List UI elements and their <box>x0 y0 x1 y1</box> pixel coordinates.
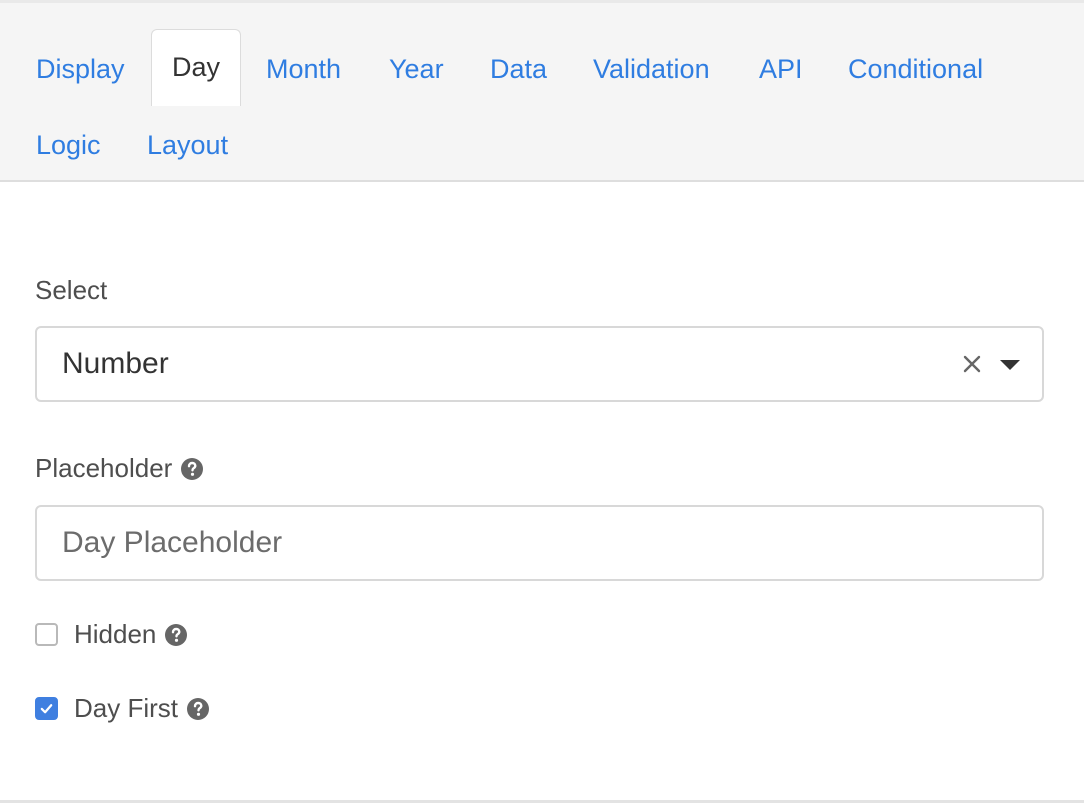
placeholder-label: Placeholder <box>35 453 204 484</box>
tab-year[interactable]: Year <box>389 45 444 93</box>
day-first-checkbox-row[interactable]: Day First <box>35 693 210 724</box>
select-label: Select <box>35 275 107 306</box>
placeholder-label-text: Placeholder <box>35 453 173 483</box>
tab-day[interactable]: Day <box>151 29 242 106</box>
hidden-label: Hidden <box>74 619 157 649</box>
close-icon[interactable] <box>960 352 984 376</box>
tab-display[interactable]: Display <box>36 45 125 93</box>
day-first-label: Day First <box>74 693 178 723</box>
tab-layout[interactable]: Layout <box>147 121 228 169</box>
tab-data[interactable]: Data <box>490 45 547 93</box>
question-circle-icon[interactable] <box>180 457 204 481</box>
checkmark-icon <box>40 704 53 714</box>
placeholder-input[interactable] <box>35 505 1044 581</box>
component-settings-panel: Display Day Month Year Data Validation A… <box>0 0 1084 803</box>
tab-bar: Display Day Month Year Data Validation A… <box>0 3 1084 182</box>
tab-month[interactable]: Month <box>266 45 341 93</box>
hidden-checkbox-row[interactable]: Hidden <box>35 619 188 650</box>
select-label-text: Select <box>35 275 108 305</box>
tab-api[interactable]: API <box>759 45 803 93</box>
select-value: Number <box>62 347 169 380</box>
hidden-checkbox[interactable] <box>35 623 58 646</box>
question-circle-icon[interactable] <box>164 623 188 647</box>
question-circle-icon[interactable] <box>186 697 210 721</box>
caret-down-icon[interactable] <box>1000 360 1020 370</box>
day-first-checkbox[interactable] <box>35 697 58 720</box>
tab-validation[interactable]: Validation <box>593 45 710 93</box>
tab-logic[interactable]: Logic <box>36 121 101 169</box>
select-dropdown[interactable]: Number <box>35 326 1044 402</box>
tab-conditional[interactable]: Conditional <box>848 45 983 93</box>
